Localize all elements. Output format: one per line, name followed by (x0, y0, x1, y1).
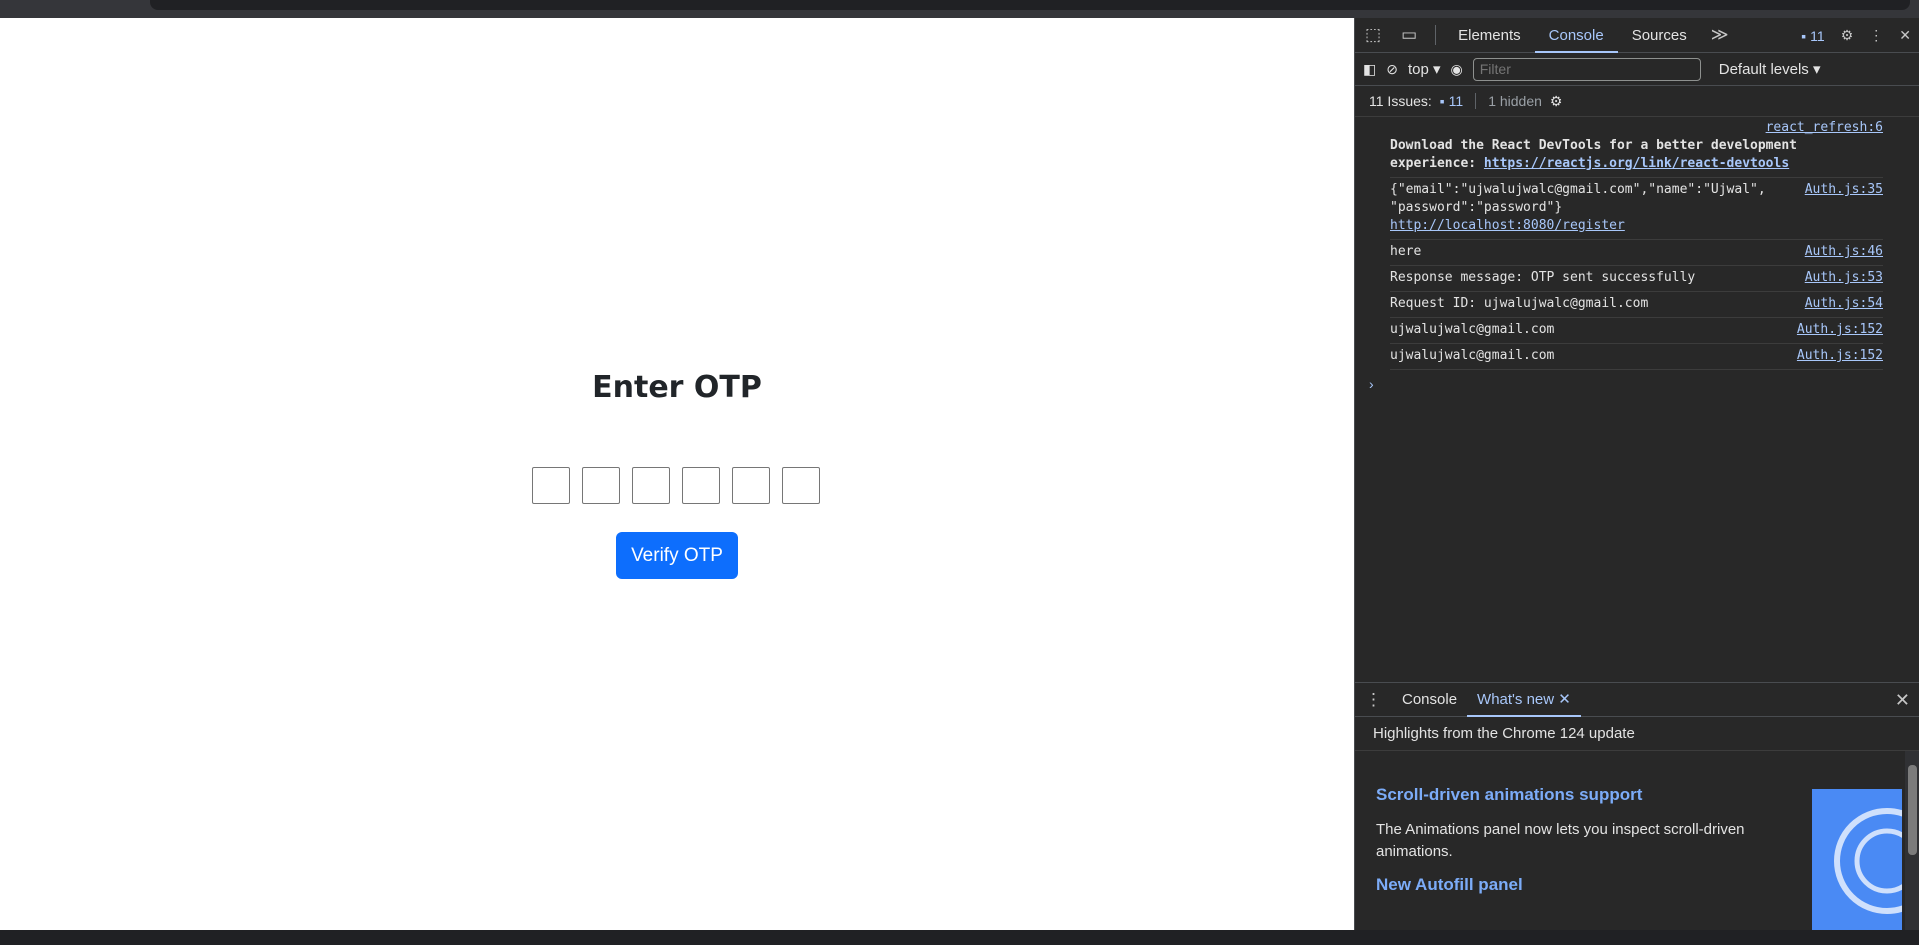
kebab-menu-icon[interactable]: ⋮ (1869, 27, 1883, 44)
message-text: ujwalujwalc@gmail.com (1390, 322, 1555, 337)
close-tab-icon[interactable]: ✕ (1558, 691, 1571, 708)
verify-otp-button[interactable]: Verify OTP (616, 532, 738, 579)
console-message: Auth.js:46 here (1390, 240, 1883, 266)
otp-digit-input[interactable] (532, 467, 570, 504)
message-source-link[interactable]: Auth.js:152 (1797, 321, 1883, 339)
devtools-actions: ▪ 11 ⚙ ⋮ ✕ (1801, 18, 1911, 53)
message-text: Request ID: ujwalujwalc@gmail.com (1390, 296, 1649, 311)
levels-label: Default levels (1718, 61, 1809, 78)
message-icon: ▪ (1801, 27, 1807, 44)
console-messages: react_refresh:6 Download the React DevTo… (1355, 117, 1919, 392)
message-source-link[interactable]: Auth.js:152 (1797, 347, 1883, 365)
address-bar[interactable] (150, 0, 1910, 10)
console-toolbar: ◧ ⊘ top ▾ ◉ Default levels ▾ (1355, 53, 1919, 86)
drawer-tab-whats-new-label: What's new (1477, 690, 1555, 708)
drawer-tab-bar: ⋮ Console What's new ✕ ✕ (1355, 683, 1919, 717)
issues-link[interactable]: ▪ 11 (1440, 93, 1463, 109)
issues-badge-count: 11 (1810, 27, 1825, 44)
otp-digit-input[interactable] (682, 467, 720, 504)
drawer-scrollbar[interactable] (1905, 751, 1919, 931)
console-message: Auth.js:54 Request ID: ujwalujwalc@gmail… (1390, 292, 1883, 318)
console-message: Auth.js:35 {"email":"ujwalujwalc@gmail.c… (1390, 178, 1883, 240)
context-label: top (1407, 61, 1429, 78)
issues-label: 11 Issues: (1369, 93, 1432, 109)
message-source-link[interactable]: Auth.js:54 (1805, 295, 1883, 313)
message-text: {"email":"ujwalujwalc@gmail.com","name":… (1390, 182, 1766, 215)
taskbar (0, 930, 1919, 945)
message-source-link[interactable]: Auth.js:53 (1805, 269, 1883, 287)
tab-elements[interactable]: Elements (1444, 18, 1535, 53)
tab-console[interactable]: Console (1534, 18, 1618, 53)
otp-digit-input[interactable] (582, 467, 620, 504)
log-levels-dropdown[interactable]: Default levels ▾ (1719, 60, 1821, 78)
devtools-panel: ⬚ ▭ Elements Console Sources ≫ ▪ 11 ⚙ ⋮ … (1354, 18, 1919, 931)
page-title: Enter OTP (592, 370, 762, 405)
inspect-element-icon[interactable]: ⬚ (1355, 25, 1391, 45)
message-url-link[interactable]: http://localhost:8080/register (1390, 218, 1625, 233)
devtools-drawer: ⋮ Console What's new ✕ ✕ Highlights from… (1355, 682, 1919, 931)
scrollbar-thumb[interactable] (1908, 765, 1917, 855)
more-tabs-icon[interactable]: ≫ (1701, 25, 1739, 45)
hidden-count: 1 hidden (1475, 93, 1542, 109)
device-toolbar-icon[interactable]: ▭ (1391, 25, 1427, 45)
whats-new-heading: Highlights from the Chrome 124 update (1355, 717, 1919, 751)
drawer-menu-icon[interactable]: ⋮ (1355, 690, 1392, 710)
console-filter-input[interactable] (1472, 57, 1701, 81)
issues-summary: 11 Issues: ▪ 11 1 hidden ⚙ (1355, 86, 1919, 117)
message-text: here (1390, 244, 1422, 259)
console-settings-gear-icon[interactable]: ⚙ (1550, 93, 1563, 110)
otp-digit-input[interactable] (732, 467, 770, 504)
console-message: Auth.js:53 Response message: OTP sent su… (1390, 266, 1883, 292)
close-devtools-icon[interactable]: ✕ (1899, 27, 1911, 44)
console-prompt[interactable]: › (1369, 376, 1919, 392)
context-selector[interactable]: top ▾ (1408, 60, 1441, 78)
live-expression-eye-icon[interactable]: ◉ (1451, 61, 1463, 78)
console-message: Auth.js:152 ujwalujwalc@gmail.com (1390, 318, 1883, 344)
message-text: Response message: OTP sent successfully (1390, 270, 1696, 285)
console-message: react_refresh:6 Download the React DevTo… (1390, 117, 1883, 178)
browser-top-bar (0, 0, 1919, 18)
app-page: Enter OTP Verify OTP (0, 18, 1354, 930)
drawer-tab-console[interactable]: Console (1392, 683, 1467, 717)
otp-digit-input[interactable] (632, 467, 670, 504)
issues-count: 11 (1448, 93, 1464, 109)
drawer-tab-whats-new[interactable]: What's new ✕ (1467, 683, 1581, 717)
devtools-tab-bar: ⬚ ▭ Elements Console Sources ≫ ▪ 11 ⚙ ⋮ … (1355, 18, 1919, 53)
otp-digit-input[interactable] (782, 467, 820, 504)
feature-thumbnail-image (1812, 789, 1902, 931)
divider (1435, 25, 1437, 45)
console-message: Auth.js:152 ujwalujwalc@gmail.com (1390, 344, 1883, 370)
message-source-link[interactable]: react_refresh:6 (1766, 119, 1883, 137)
message-text: ujwalujwalc@gmail.com (1390, 348, 1555, 363)
settings-gear-icon[interactable]: ⚙ (1841, 27, 1854, 44)
message-icon: ▪ (1439, 93, 1445, 109)
otp-input-group (532, 467, 820, 504)
sidebar-toggle-icon[interactable]: ◧ (1363, 61, 1376, 78)
tab-sources[interactable]: Sources (1618, 18, 1701, 53)
issues-badge[interactable]: ▪ 11 (1801, 28, 1824, 44)
feature-description: The Animations panel now lets you inspec… (1376, 821, 1745, 860)
message-body: {"email":"ujwalujwalc@gmail.com","name":… (1390, 181, 1766, 235)
whats-new-content[interactable]: Scroll-driven animations support The Ani… (1355, 751, 1919, 931)
message-url-link[interactable]: https://reactjs.org/link/react-devtools (1484, 156, 1789, 171)
thumbnail-graphic (1834, 808, 1902, 914)
message-source-link[interactable]: Auth.js:35 (1805, 181, 1883, 199)
close-drawer-icon[interactable]: ✕ (1895, 683, 1910, 717)
message-source-link[interactable]: Auth.js:46 (1805, 243, 1883, 261)
clear-console-icon[interactable]: ⊘ (1386, 61, 1398, 78)
